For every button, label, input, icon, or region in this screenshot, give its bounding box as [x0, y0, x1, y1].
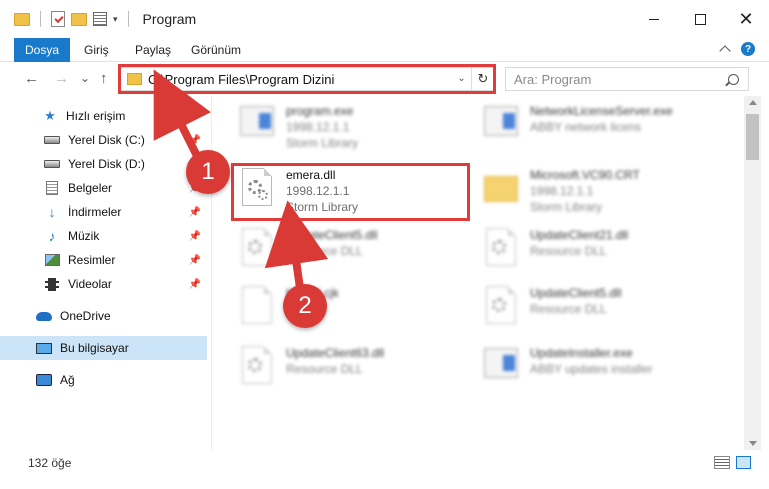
arrow-to-address [153, 69, 211, 166]
annotation-arrows [153, 69, 329, 292]
step-1-badge: 1 [186, 150, 230, 194]
arrow-to-file [264, 200, 329, 292]
step-2-badge: 2 [283, 284, 327, 328]
